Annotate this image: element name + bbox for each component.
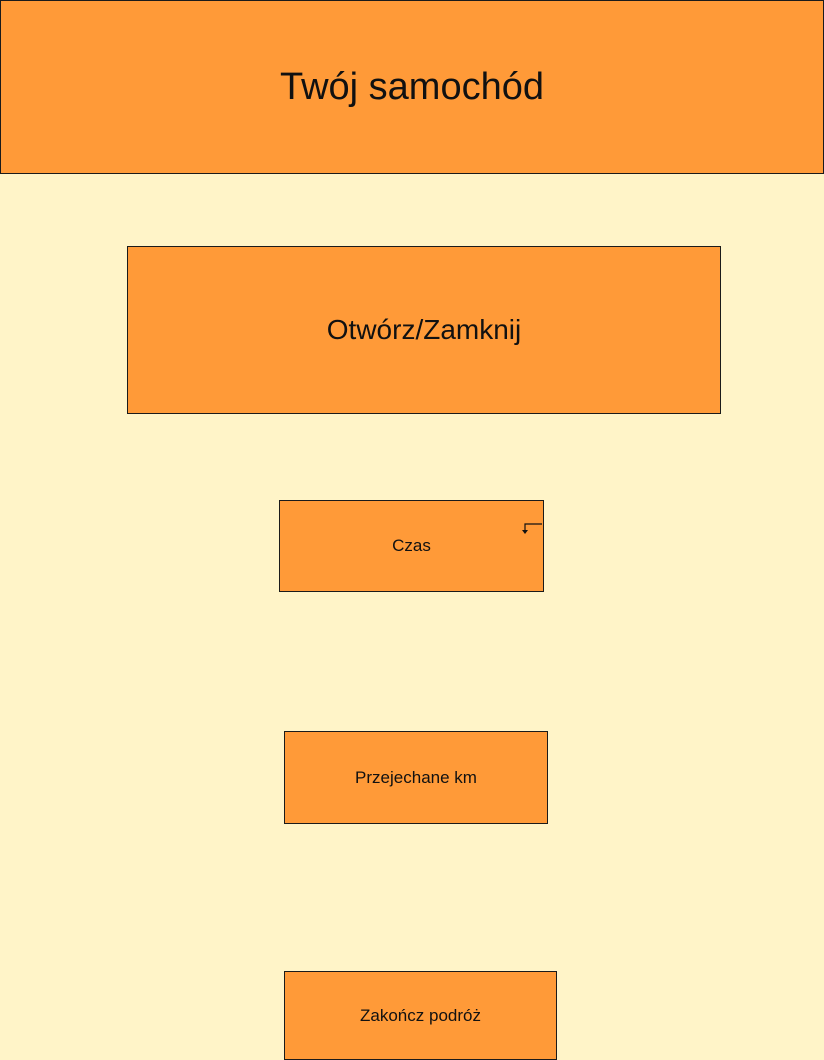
app-screen: { "header": { "title": "Twój samochód" }…: [0, 0, 824, 1060]
time-label: Czas: [392, 536, 431, 555]
time-display: Czas: [279, 500, 544, 592]
distance-display: Przejechane km: [284, 731, 548, 824]
open-close-label: Otwórz/Zamknij: [326, 314, 522, 345]
page-header: Twój samochód: [0, 0, 824, 174]
page-title: Twój samochód: [279, 65, 544, 108]
distance-label: Przejechane km: [355, 767, 477, 787]
open-close-button[interactable]: Otwórz/Zamknij: [127, 246, 721, 414]
end-trip-button[interactable]: Zakończ podróż: [284, 971, 557, 1060]
end-trip-label: Zakończ podróż: [360, 1005, 481, 1025]
arrow-down-left-icon: [522, 523, 542, 534]
